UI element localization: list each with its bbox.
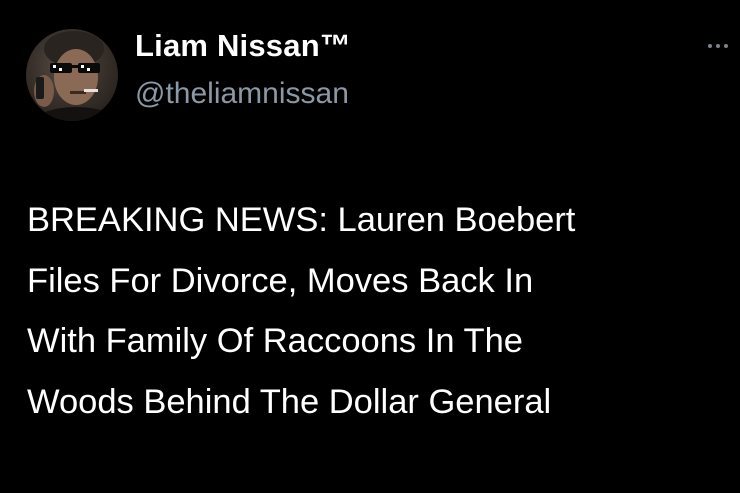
tweet-text-line: With Family Of Raccoons In The xyxy=(27,322,523,360)
dot xyxy=(708,44,712,48)
more-options-icon[interactable] xyxy=(708,38,740,54)
avatar[interactable] xyxy=(26,29,118,121)
tweet-text: BREAKING NEWS: Lauren Boebert Files For … xyxy=(27,190,727,432)
tweet-text-line: Files For Divorce, Moves Back In xyxy=(27,261,534,300)
tweet-text-line: BREAKING NEWS: Lauren Boebert xyxy=(27,201,576,239)
display-name[interactable]: Liam Nissan™ xyxy=(135,28,351,64)
dot xyxy=(724,44,728,48)
user-handle[interactable]: @theliamnissan xyxy=(135,77,349,111)
tweet-text-line: Woods Behind The Dollar General xyxy=(27,382,552,421)
tweet-card: Liam Nissan™ @theliamnissan BREAKING NEW… xyxy=(0,0,740,493)
avatar-photo-icon xyxy=(34,31,116,121)
dot xyxy=(716,44,720,48)
